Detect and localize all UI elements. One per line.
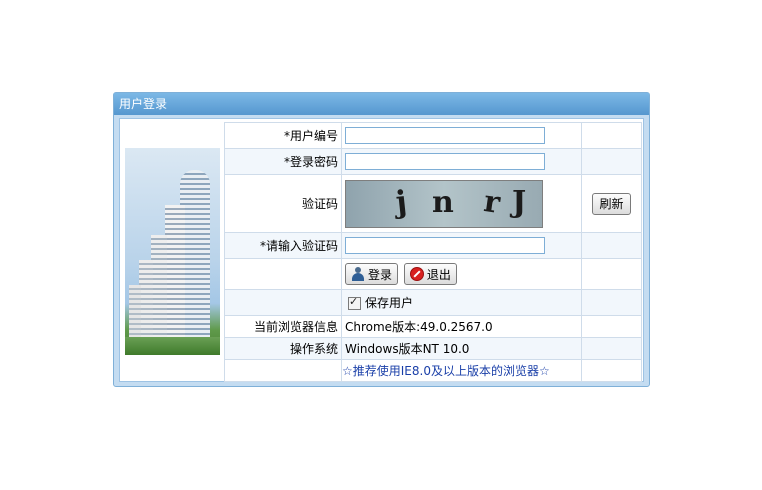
os-value: Windows版本NT 10.0 [341, 337, 582, 360]
login-form: *用户编号 *登录密码 验证码 j n r J 刷新 *请输入验证码 登录 退出… [224, 122, 642, 382]
save-user-checkbox[interactable] [348, 295, 361, 310]
login-panel: 用户登录 *用户编号 *登录密码 验证码 j n r J 刷新 *请输入验证码 … [113, 92, 650, 387]
captcha-char: n [432, 184, 454, 220]
save-user-label: 保存用户 [365, 296, 414, 310]
exit-button[interactable]: 退出 [403, 263, 457, 285]
browser-info-label: 当前浏览器信息 [224, 315, 342, 338]
os-label: 操作系统 [224, 337, 342, 360]
login-button[interactable]: 登录 [345, 263, 399, 285]
user-id-input[interactable] [345, 127, 545, 144]
user-icon [351, 267, 365, 281]
captcha-input-label: *请输入验证码 [224, 232, 342, 259]
password-input[interactable] [345, 153, 545, 170]
captcha-char: j [394, 184, 409, 220]
refresh-captcha-button[interactable]: 刷新 [592, 192, 631, 215]
panel-title: 用户登录 [114, 93, 649, 115]
building-photo [125, 148, 220, 355]
stop-icon [409, 267, 424, 281]
exit-button-label: 退出 [426, 267, 451, 282]
login-button-label: 登录 [368, 267, 393, 282]
password-label: *登录密码 [224, 148, 342, 175]
browser-recommendation: ☆推荐使用IE8.0及以上版本的浏览器☆ [341, 359, 582, 382]
browser-info-value: Chrome版本:49.0.2567.0 [341, 315, 582, 338]
captcha-char: r [481, 183, 503, 221]
panel-body: *用户编号 *登录密码 验证码 j n r J 刷新 *请输入验证码 登录 退出… [119, 118, 644, 382]
user-id-label: *用户编号 [224, 122, 342, 149]
captcha-image[interactable]: j n r J [345, 179, 543, 228]
captcha-input[interactable] [345, 237, 545, 254]
captcha-char: J [512, 184, 527, 220]
captcha-label: 验证码 [224, 174, 342, 233]
